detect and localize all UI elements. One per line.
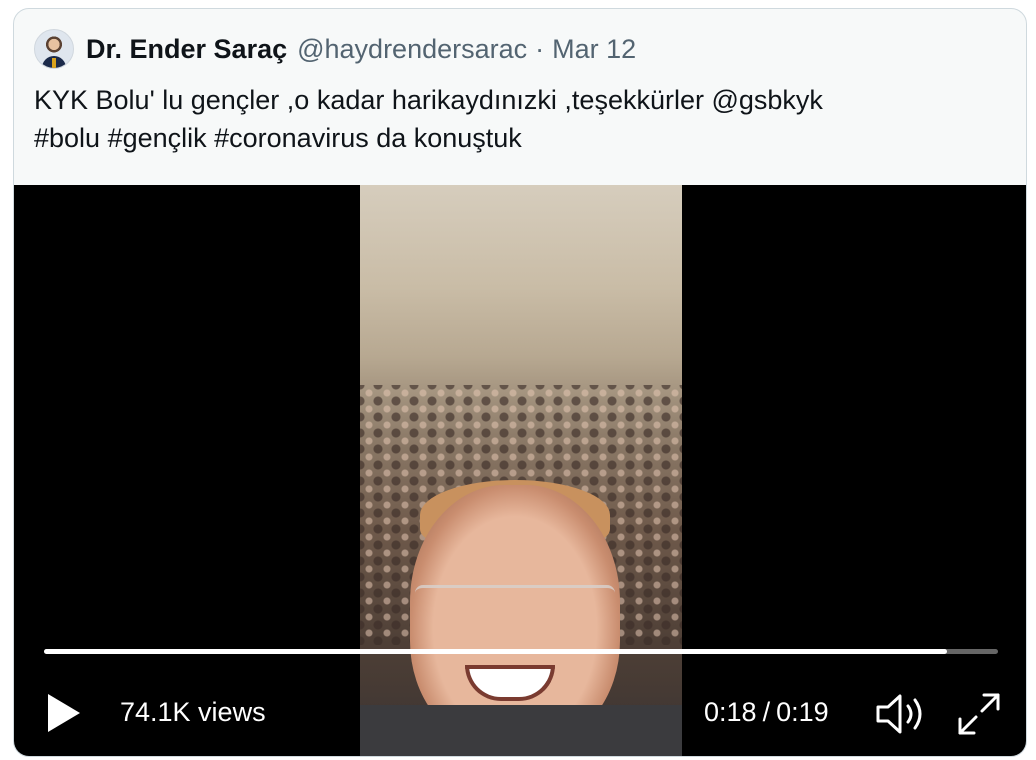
duration: 0:19 xyxy=(776,697,829,727)
tweet-text-line-1: KYK Bolu' lu gençler ,o kadar harikaydın… xyxy=(34,85,823,115)
time-separator: / xyxy=(762,697,771,727)
tweet-card[interactable]: Dr. Ender Saraç @haydrendersarac · Mar 1… xyxy=(13,8,1027,757)
author-avatar[interactable] xyxy=(34,29,74,69)
video-controls: 74.1K views 0:18/0:19 xyxy=(14,685,1026,745)
date-separator: · xyxy=(535,33,545,64)
video-frame xyxy=(360,185,682,756)
play-icon xyxy=(48,694,80,732)
volume-button[interactable] xyxy=(874,691,928,737)
video-progress-bar[interactable] xyxy=(44,649,998,654)
fullscreen-icon xyxy=(958,693,1000,735)
video-person-glasses xyxy=(415,585,615,628)
volume-icon xyxy=(876,694,922,734)
tweet-header: Dr. Ender Saraç @haydrendersarac · Mar 1… xyxy=(34,29,636,69)
tweet-text: KYK Bolu' lu gençler ,o kadar harikaydın… xyxy=(34,81,994,157)
view-count: 74.1K views xyxy=(120,697,266,727)
tweet-date[interactable]: Mar 12 xyxy=(552,34,636,65)
avatar-tie xyxy=(52,58,56,68)
current-time: 0:18 xyxy=(704,697,757,727)
play-button[interactable] xyxy=(44,691,84,735)
author-handle[interactable]: @haydrendersarac xyxy=(297,34,527,65)
author-name[interactable]: Dr. Ender Saraç xyxy=(86,34,287,65)
video-progress-fill xyxy=(44,649,948,654)
video-player[interactable]: 74.1K views 0:18/0:19 xyxy=(14,185,1026,756)
tweet-text-line-2: #bolu #gençlik #coronavirus da konuştuk xyxy=(34,123,522,153)
video-time: 0:18/0:19 xyxy=(704,697,829,728)
fullscreen-button[interactable] xyxy=(954,689,1004,739)
